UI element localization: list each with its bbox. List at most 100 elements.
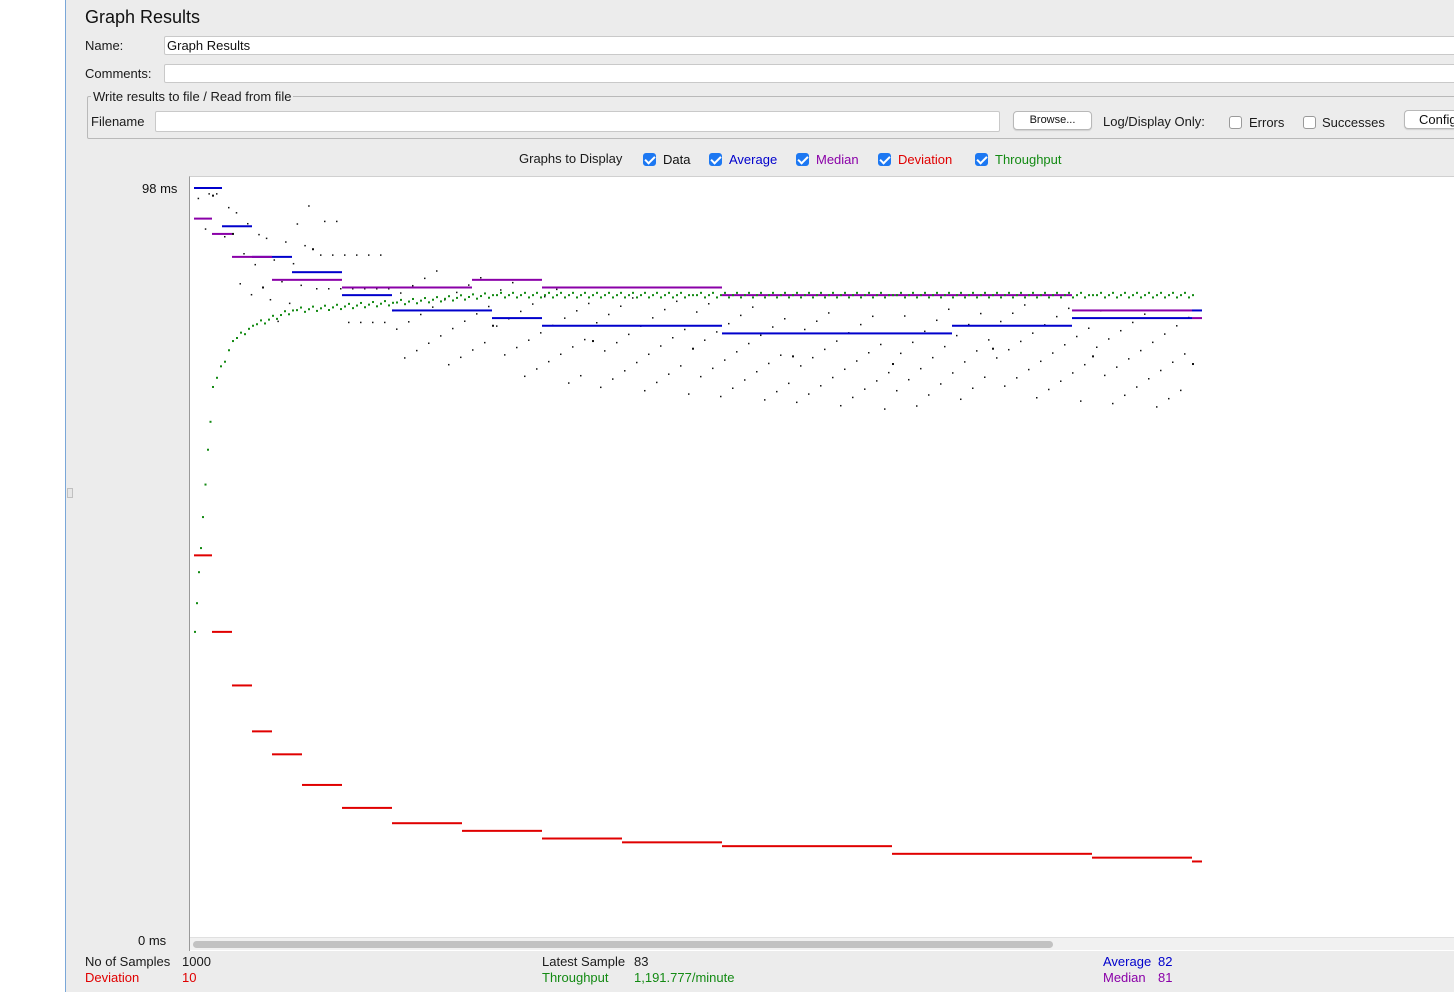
data-trace-point — [420, 313, 422, 316]
throughput-trace-point — [364, 306, 366, 309]
throughput-trace-point — [460, 294, 462, 297]
throughput-trace-point — [540, 296, 542, 299]
data-trace-point — [796, 401, 798, 404]
throughput-trace-point — [1160, 291, 1162, 294]
browse-button[interactable]: Browse... — [1013, 111, 1092, 130]
data-trace-point — [1056, 315, 1058, 318]
data-trace-point — [1012, 312, 1014, 315]
throughput-trace-point — [676, 294, 678, 297]
data-trace-point — [1172, 361, 1174, 363]
throughput-trace-point — [988, 296, 990, 299]
data-trace-point — [744, 379, 746, 381]
throughput-trace-point — [1128, 296, 1130, 299]
throughput-trace-point — [704, 296, 706, 299]
data-trace-point — [656, 381, 658, 384]
deviation-stat-label: Deviation — [85, 970, 140, 985]
throughput-trace-point — [920, 294, 922, 297]
median-checkbox[interactable] — [796, 153, 809, 166]
throughput-trace-point — [328, 308, 330, 311]
data-trace-point — [956, 334, 958, 337]
throughput-trace-point — [640, 294, 642, 297]
scrollbar-thumb[interactable] — [193, 941, 1053, 948]
median-point — [542, 286, 722, 289]
name-label: Name: — [85, 38, 124, 53]
data-trace-point — [1040, 360, 1042, 363]
throughput-point — [252, 324, 254, 327]
data-trace-point — [620, 305, 622, 307]
throughput-trace-point — [792, 294, 794, 297]
data-trace-point — [944, 345, 946, 348]
throughput-trace-point — [760, 291, 762, 294]
throughput-trace-point — [932, 294, 934, 297]
throughput-trace-point — [428, 301, 430, 304]
throughput-trace-point — [912, 291, 914, 294]
data-trace-point — [496, 325, 498, 327]
data-trace-point — [1128, 358, 1130, 360]
throughput-trace-point — [812, 296, 814, 299]
successes-checkbox[interactable] — [1303, 116, 1316, 129]
split-divider-handle[interactable] — [67, 488, 73, 498]
throughput-trace-point — [644, 291, 646, 294]
configure-button[interactable]: Configure — [1404, 110, 1454, 129]
data-trace-point — [384, 321, 386, 324]
throughput-point — [194, 630, 196, 633]
throughput-trace-point — [448, 295, 450, 298]
throughput-trace-point — [772, 291, 774, 294]
average-checkbox[interactable] — [709, 153, 722, 166]
file-group-title: Write results to file / Read from file — [91, 89, 294, 104]
data-trace-point — [1084, 363, 1086, 366]
data-trace-point — [672, 337, 674, 339]
data-trace-point — [904, 315, 906, 317]
samples-label: No of Samples — [85, 954, 171, 969]
data-trace-point — [908, 378, 910, 381]
horizontal-scrollbar[interactable] — [190, 937, 1454, 950]
data-trace-point — [512, 281, 514, 284]
errors-checkbox[interactable] — [1229, 116, 1242, 129]
throughput-trace-point — [476, 297, 478, 300]
throughput-trace-point — [804, 294, 806, 297]
data-trace-point — [876, 380, 878, 382]
throughput-trace-point — [636, 296, 638, 299]
data-trace-point — [572, 346, 574, 348]
throughput-trace-point — [360, 301, 362, 304]
data-trace-point — [488, 305, 490, 308]
data-trace-point — [1004, 385, 1006, 387]
throughput-checkbox[interactable] — [975, 153, 988, 166]
data-trace-point — [424, 277, 426, 280]
throughput-trace-point — [984, 291, 986, 294]
log-display-only-label: Log/Display Only: — [1103, 114, 1205, 129]
data-checkbox[interactable] — [643, 153, 656, 166]
data-trace-point — [360, 321, 362, 324]
throughput-trace-point — [916, 296, 918, 299]
throughput-trace-point — [288, 313, 290, 316]
data-trace-point — [612, 378, 614, 380]
throughput-trace-point — [900, 291, 902, 294]
throughput-trace-point — [680, 291, 682, 294]
average-point — [542, 324, 722, 327]
data-trace-point — [600, 386, 602, 389]
average-point — [194, 187, 222, 189]
throughput-trace-point — [1036, 296, 1038, 299]
throughput-trace-point — [960, 291, 962, 294]
throughput-point — [232, 340, 234, 343]
throughput-trace-point — [1052, 294, 1054, 297]
data-trace-point — [1164, 333, 1166, 335]
throughput-trace-point — [672, 296, 674, 299]
throughput-trace-point — [992, 294, 994, 297]
data-trace-point — [784, 318, 786, 320]
deviation-point — [272, 753, 302, 756]
data-trace-point — [788, 382, 790, 385]
throughput-trace-point — [1136, 291, 1138, 294]
throughput-trace-point — [740, 296, 742, 299]
name-field[interactable]: Graph Results — [164, 36, 1454, 55]
throughput-point — [292, 309, 294, 312]
data-trace-point — [652, 317, 654, 319]
throughput-trace-point — [1080, 291, 1082, 294]
throughput-trace-point — [832, 291, 834, 294]
deviation-checkbox[interactable] — [878, 153, 891, 166]
comments-label: Comments: — [85, 66, 152, 81]
comments-field[interactable] — [164, 64, 1454, 83]
filename-input[interactable] — [155, 111, 1000, 132]
data-trace-point — [864, 388, 866, 390]
throughput-trace-point — [544, 294, 546, 297]
